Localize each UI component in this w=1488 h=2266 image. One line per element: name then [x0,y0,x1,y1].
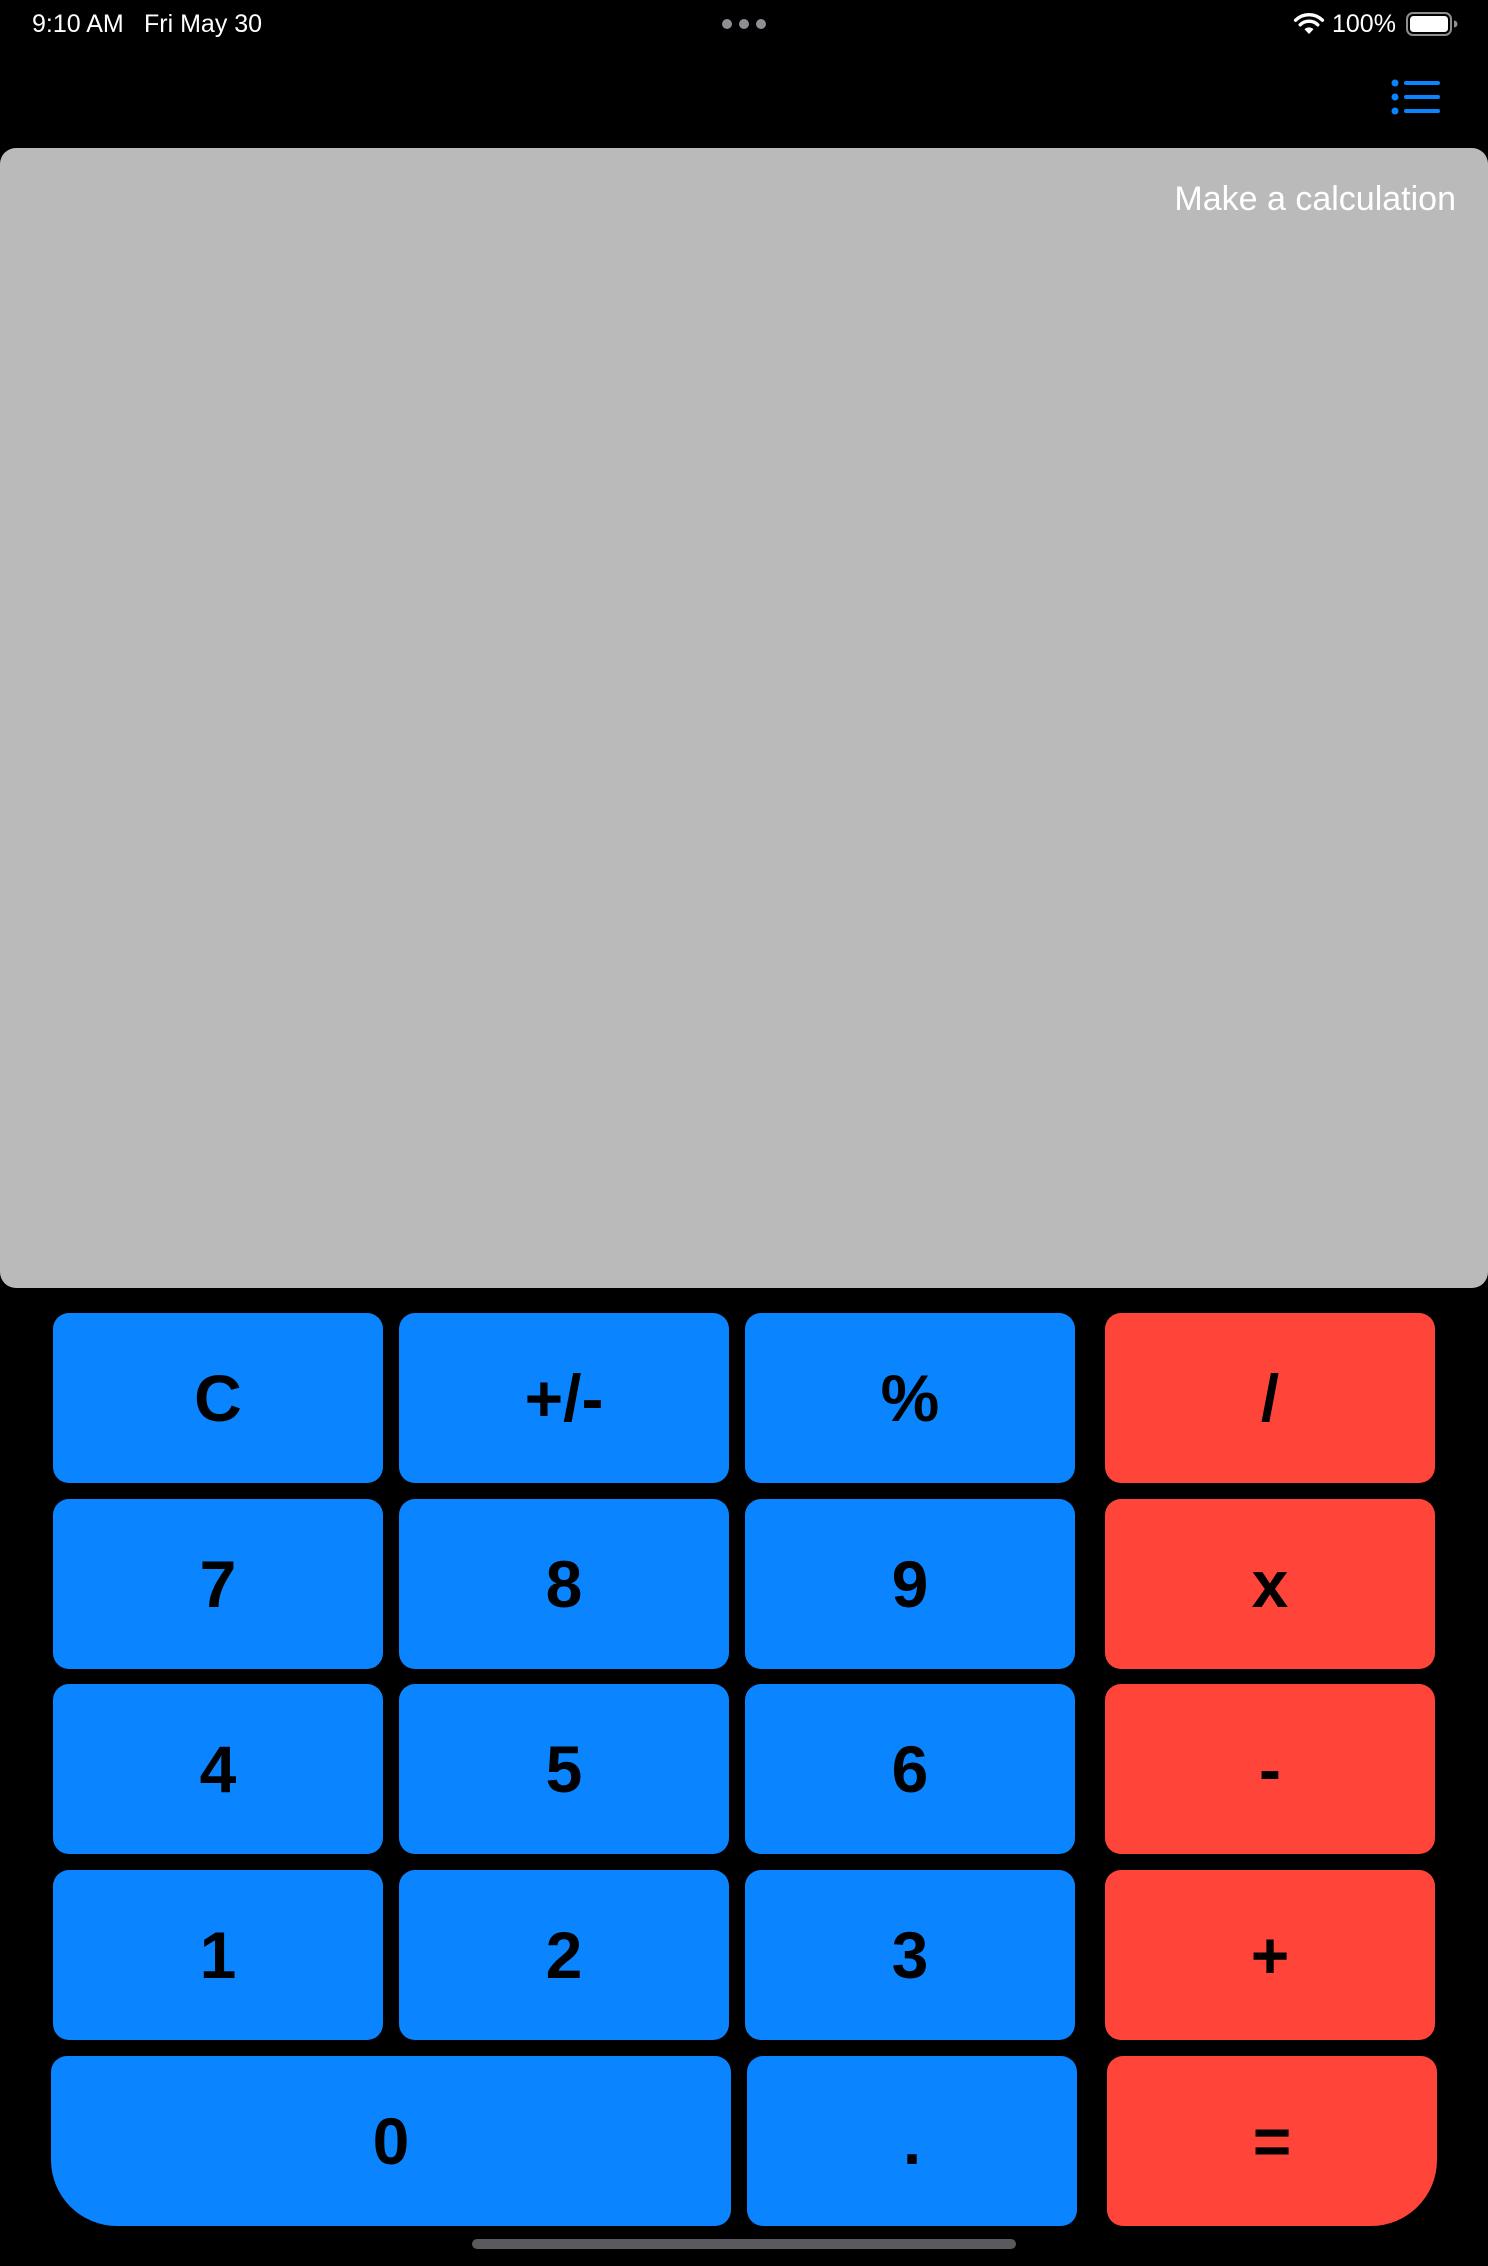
digit-8-button[interactable]: 8 [399,1499,729,1669]
digit-3-button[interactable]: 3 [745,1870,1075,2040]
calculator-display: Make a calculation [0,148,1488,1288]
plus-minus-button[interactable]: +/- [399,1313,729,1483]
digit-0-button[interactable]: 0 [51,2056,731,2226]
digit-4-button[interactable]: 4 [53,1684,383,1854]
digit-6-button[interactable]: 6 [745,1684,1075,1854]
digit-2-button[interactable]: 2 [399,1870,729,2040]
digit-1-button[interactable]: 1 [53,1870,383,2040]
status-time: 9:10 AM [32,10,124,38]
display-text: Make a calculation [1174,180,1456,218]
multiply-button[interactable]: x [1105,1499,1435,1669]
subtract-button[interactable]: - [1105,1684,1435,1854]
status-bar: 9:10 AM Fri May 30 100% [0,0,1488,48]
decimal-button[interactable]: . [747,2056,1077,2226]
battery-percentage: 100% [1332,10,1396,38]
history-list-icon[interactable] [1390,76,1442,120]
add-button[interactable]: + [1105,1870,1435,2040]
home-indicator[interactable] [472,2239,1016,2249]
divide-button[interactable]: / [1105,1313,1435,1483]
digit-5-button[interactable]: 5 [399,1684,729,1854]
clear-button[interactable]: C [53,1313,383,1483]
digit-9-button[interactable]: 9 [745,1499,1075,1669]
battery-icon [1406,12,1458,36]
wifi-icon [1293,13,1325,34]
multitasking-dots-icon[interactable] [722,19,766,29]
equals-button[interactable]: = [1107,2056,1437,2226]
percent-button[interactable]: % [745,1313,1075,1483]
status-date: Fri May 30 [144,10,263,38]
digit-7-button[interactable]: 7 [53,1499,383,1669]
